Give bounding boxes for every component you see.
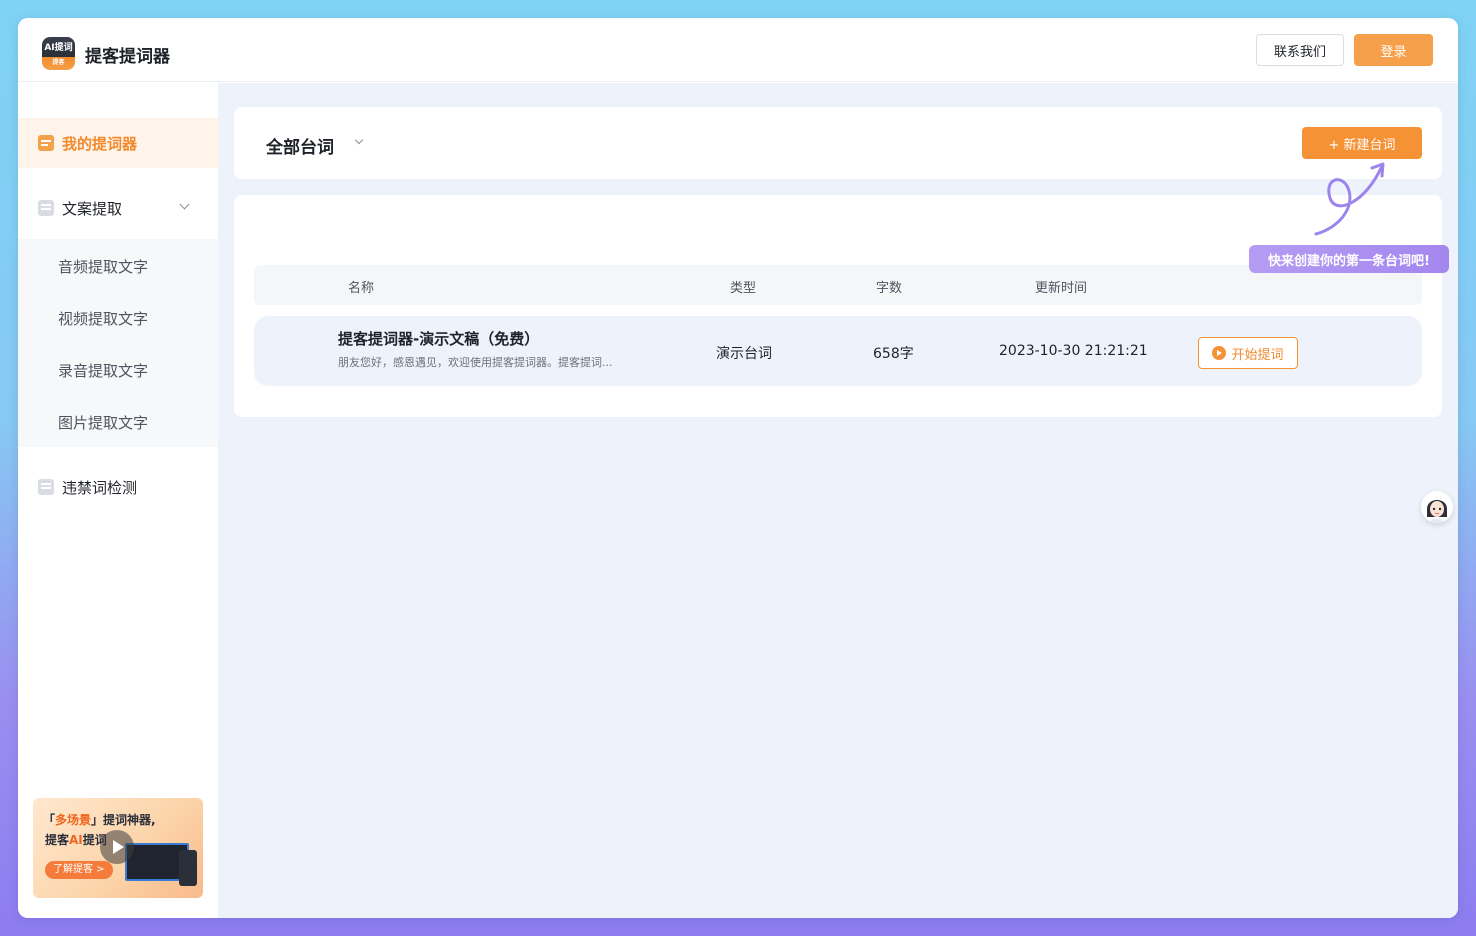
script-updated-time: 2023-10-30 21:21:21 bbox=[999, 343, 1148, 359]
filter-bar: 全部台词 + 新建台词 bbox=[234, 107, 1442, 179]
logo-subtext: 提客 bbox=[52, 59, 65, 66]
sidebar-item-label: 违禁词检测 bbox=[62, 478, 138, 497]
file-icon bbox=[38, 200, 54, 216]
promo-cta-button[interactable]: 了解提客 > bbox=[45, 861, 113, 879]
sidebar-subitem-video[interactable]: 视频提取文字 bbox=[58, 308, 148, 329]
column-header-count: 字数 bbox=[876, 281, 903, 296]
login-button[interactable]: 登录 bbox=[1354, 34, 1433, 66]
chevron-down-icon bbox=[179, 199, 190, 210]
sidebar-subitem-recording[interactable]: 录音提取文字 bbox=[58, 360, 148, 381]
start-prompting-button[interactable]: 开始提词 bbox=[1198, 337, 1298, 369]
sidebar-subitem-image[interactable]: 图片提取文字 bbox=[58, 412, 148, 433]
column-header-updated: 更新时间 bbox=[1035, 281, 1088, 296]
sidebar-item-label: 我的提词器 bbox=[62, 134, 138, 153]
promo-subheadline: 提客AI提词 bbox=[45, 833, 107, 847]
new-script-button[interactable]: + 新建台词 bbox=[1302, 127, 1422, 159]
assistant-avatar[interactable] bbox=[1421, 491, 1453, 523]
sidebar-subitem-audio[interactable]: 音频提取文字 bbox=[58, 256, 148, 277]
script-name: 提客提词器-演示文稿（免费） bbox=[338, 330, 540, 348]
promo-banner[interactable]: 「多场景」提词神器, 提客AI提词 了解提客 > bbox=[33, 798, 203, 898]
phone-illustration bbox=[179, 850, 197, 886]
table-row[interactable]: 提客提词器-演示文稿（免费） 朋友您好，感恩遇见，欢迎使用提客提词器。提客提词.… bbox=[254, 316, 1422, 386]
sidebar-item-my-prompter[interactable]: 我的提词器 bbox=[18, 118, 218, 168]
app-logo: AI提词 提客 bbox=[42, 37, 75, 70]
sidebar-item-label: 文案提取 bbox=[62, 199, 123, 218]
sidebar-submenu: 音频提取文字 视频提取文字 录音提取文字 图片提取文字 bbox=[18, 239, 218, 447]
shield-check-icon bbox=[38, 479, 54, 495]
promo-headline: 「多场景」提词神器, bbox=[43, 813, 156, 827]
logo-text: AI提词 bbox=[44, 43, 73, 53]
avatar-icon bbox=[1421, 491, 1453, 523]
play-icon[interactable] bbox=[100, 830, 134, 864]
sidebar: 我的提词器 文案提取 音频提取文字 视频提取文字 录音提取文字 图片提取文字 违… bbox=[18, 83, 218, 918]
column-header-type: 类型 bbox=[730, 281, 757, 296]
column-header-name: 名称 bbox=[348, 281, 375, 296]
top-header: AI提词 提客 提客提词器 联系我们 登录 bbox=[18, 18, 1458, 82]
start-prompting-label: 开始提词 bbox=[1231, 347, 1284, 363]
script-type: 演示台词 bbox=[716, 346, 772, 362]
sidebar-item-text-extract[interactable]: 文案提取 bbox=[18, 183, 218, 233]
onboarding-tooltip: 快来创建你的第一条台词吧! bbox=[1249, 245, 1449, 273]
app-title: 提客提词器 bbox=[85, 47, 170, 67]
main-content: 全部台词 + 新建台词 名称 类型 字数 更新时间 提客提词器-演示文稿（免费）… bbox=[218, 83, 1458, 918]
curly-arrow-icon bbox=[1314, 162, 1385, 236]
app-window: AI提词 提客 提客提词器 联系我们 登录 我的提词器 文案提取 音频提取文字 … bbox=[18, 18, 1458, 918]
sidebar-item-banned-words[interactable]: 违禁词检测 bbox=[18, 462, 218, 512]
document-icon bbox=[38, 135, 54, 151]
play-circle-icon bbox=[1212, 346, 1227, 360]
script-preview: 朋友您好，感恩遇见，欢迎使用提客提词器。提客提词... bbox=[338, 356, 613, 369]
category-filter[interactable]: 全部台词 bbox=[266, 133, 334, 158]
script-word-count: 658字 bbox=[873, 346, 914, 362]
script-list: 名称 类型 字数 更新时间 提客提词器-演示文稿（免费） 朋友您好，感恩遇见，欢… bbox=[234, 195, 1442, 417]
table-header: 名称 类型 字数 更新时间 bbox=[254, 265, 1422, 305]
contact-us-button[interactable]: 联系我们 bbox=[1256, 34, 1344, 66]
chevron-down-icon[interactable] bbox=[354, 135, 364, 145]
